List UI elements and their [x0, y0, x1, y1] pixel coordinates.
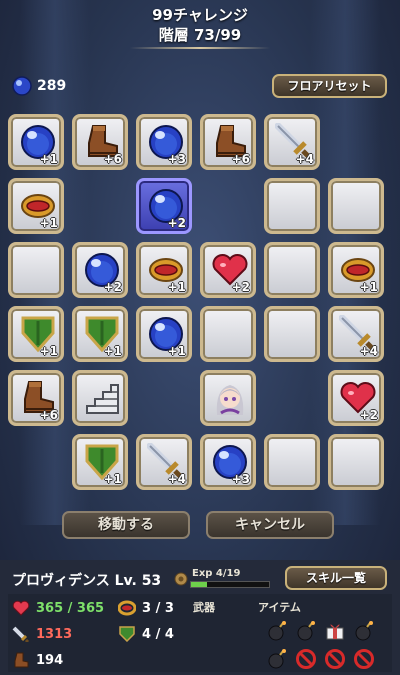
shield-tile[interactable]: +1 [8, 306, 64, 362]
ring-tile[interactable]: +1 [8, 178, 64, 234]
shield-icon [119, 626, 135, 642]
orb-tile[interactable]: +1 [8, 114, 64, 170]
sword-tile[interactable]: +4 [136, 434, 192, 490]
shield-tile[interactable]: +1 [72, 306, 128, 362]
tile-count: +1 [167, 344, 186, 358]
tile-count: +3 [167, 152, 186, 166]
tile-count: +1 [359, 280, 378, 294]
boots-tile[interactable]: +6 [8, 370, 64, 426]
heart-tile[interactable]: +2 [328, 370, 384, 426]
tile-count: +2 [359, 408, 378, 422]
bomb-icon[interactable] [266, 648, 288, 670]
shield-stat: 4 / 4 [118, 626, 174, 642]
player-avatar [211, 379, 249, 417]
sword-tile[interactable]: +4 [264, 114, 320, 170]
tile-count: +6 [103, 152, 122, 166]
move-button[interactable]: 移動する [62, 511, 190, 539]
speed-value: 194 [36, 652, 64, 668]
tile-count: +2 [103, 280, 122, 294]
bomb-icon[interactable] [295, 620, 317, 642]
title-divider [130, 47, 270, 49]
orb-count-value: 289 [37, 78, 67, 94]
empty-tile[interactable] [264, 434, 320, 490]
items-section-label: アイテム [258, 601, 301, 614]
stairs-tile[interactable] [72, 370, 128, 426]
boots-tile[interactable]: +6 [72, 114, 128, 170]
orb-tile[interactable]: +2 [136, 178, 192, 234]
tile-count: +6 [231, 152, 250, 166]
tile-count: +4 [167, 472, 186, 486]
empty-tile[interactable] [264, 242, 320, 298]
ring-value: 3 / 3 [142, 600, 174, 616]
character-header: プロヴィデンス Lv. 53 Exp 4/19 スキル一覧 [0, 562, 400, 596]
bomb-icon[interactable] [266, 620, 288, 642]
tile-count: +1 [167, 280, 186, 294]
tile-count: +3 [231, 472, 250, 486]
bomb-icon[interactable] [353, 620, 375, 642]
sword-icon [12, 626, 30, 642]
attack-stat: 1313 [12, 626, 72, 642]
empty-tile[interactable] [264, 178, 320, 234]
ring-stat: 3 / 3 [118, 600, 174, 616]
tile-count: +4 [295, 152, 314, 166]
boots-icon [14, 652, 29, 668]
orb-tile[interactable]: +3 [200, 434, 256, 490]
gift-icon[interactable] [324, 620, 346, 642]
floor-indicator: 階層 73/99 [158, 26, 242, 44]
hp-stat: 365 / 365 [12, 600, 104, 616]
orb-tile[interactable]: +3 [136, 114, 192, 170]
orb-icon [12, 76, 32, 96]
blocked-slot-icon [324, 648, 346, 670]
tile-count: +1 [103, 472, 122, 486]
orb-tile[interactable]: +1 [136, 306, 192, 362]
floor-reset-button[interactable]: フロアリセット [272, 74, 387, 98]
blocked-slot-icon [353, 648, 375, 670]
empty-tile[interactable] [328, 434, 384, 490]
empty-tile[interactable] [200, 306, 256, 362]
page-title: 99チャレンジ [152, 6, 248, 24]
skill-list-button[interactable]: スキル一覧 [285, 566, 387, 590]
tile-count: +2 [231, 280, 250, 294]
tile-count: +1 [103, 344, 122, 358]
attack-value: 1313 [36, 626, 73, 642]
orb-tile[interactable]: +2 [72, 242, 128, 298]
ring-tile[interactable]: +1 [136, 242, 192, 298]
character-name: プロヴィデンス Lv. 53 [12, 573, 162, 589]
speed-stat: 194 [12, 652, 63, 668]
tile-count: +1 [39, 152, 58, 166]
empty-tile[interactable] [264, 306, 320, 362]
blocked-slot-icon [295, 648, 317, 670]
exp-bar [190, 581, 270, 588]
exp-bar-fill [191, 582, 208, 587]
heart-tile[interactable]: +2 [200, 242, 256, 298]
tile-count: +1 [39, 216, 58, 230]
ring-icon [118, 600, 136, 616]
shield-value: 4 / 4 [142, 626, 174, 642]
hp-value: 365 / 365 [36, 600, 105, 616]
tile-count: +4 [359, 344, 378, 358]
weapon-section-label: 武器 [193, 601, 215, 614]
heart-icon [12, 600, 30, 616]
tile-count: +1 [39, 344, 58, 358]
boots-tile[interactable]: +6 [200, 114, 256, 170]
exp-label: Exp 4/19 [192, 568, 241, 579]
player-tile[interactable] [200, 370, 256, 426]
exp-coin-icon [174, 572, 188, 586]
empty-tile[interactable] [8, 242, 64, 298]
empty-tile[interactable] [328, 178, 384, 234]
sword-tile[interactable]: +4 [328, 306, 384, 362]
tile-count: +2 [167, 216, 186, 230]
ring-tile[interactable]: +1 [328, 242, 384, 298]
stairs-icon [83, 379, 121, 417]
orb-counter: 289 [12, 76, 66, 96]
tile-count: +6 [39, 408, 58, 422]
shield-tile[interactable]: +1 [72, 434, 128, 490]
cancel-button[interactable]: キャンセル [206, 511, 334, 539]
